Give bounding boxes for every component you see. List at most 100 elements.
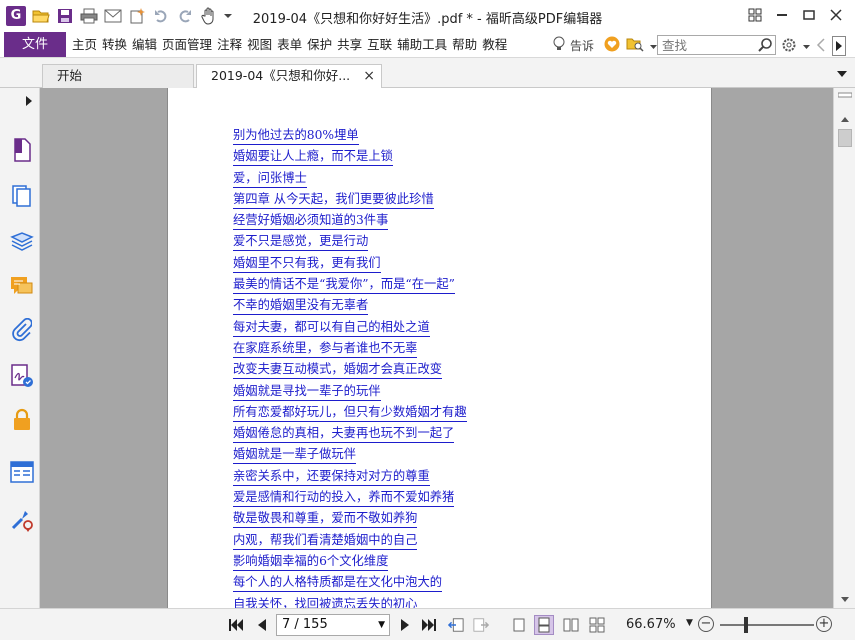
menu-edit[interactable]: 编辑: [130, 32, 159, 57]
previous-page-icon[interactable]: [254, 617, 270, 633]
toc-link[interactable]: 爱，问张博士: [233, 170, 307, 188]
pages-icon[interactable]: [10, 138, 34, 162]
toc-link[interactable]: 爱是感情和行动的投入，养而不爱如养猪: [233, 489, 455, 508]
scroll-split-icon[interactable]: [838, 88, 852, 102]
gear-icon[interactable]: [781, 37, 797, 56]
scroll-down-icon[interactable]: [838, 592, 852, 606]
search-icon[interactable]: [757, 37, 773, 56]
lightbulb-icon: [552, 36, 566, 55]
toc-link[interactable]: 自我关怀，找回被遗忘丢失的初心: [233, 596, 417, 608]
continuous-view-icon[interactable]: [534, 615, 554, 635]
toc-link[interactable]: 每个人的人格特质都是在文化中泡大的: [233, 574, 443, 593]
comments-icon[interactable]: [10, 274, 34, 298]
list-item: 爱，问张博士: [233, 170, 467, 191]
menu-connect[interactable]: 互联: [365, 32, 394, 57]
menu-convert[interactable]: 转换: [100, 32, 129, 57]
file-menu-button[interactable]: 文件: [4, 32, 66, 57]
scroll-thumb[interactable]: [838, 129, 852, 147]
first-page-icon[interactable]: [228, 617, 244, 633]
close-tab-icon[interactable]: ×: [363, 65, 375, 87]
toc-link[interactable]: 婚姻要让人上瘾，而不是上锁: [233, 148, 393, 167]
form-fields-icon[interactable]: [10, 460, 34, 484]
menu-form[interactable]: 表单: [275, 32, 304, 57]
zoom-slider-thumb[interactable]: [744, 617, 748, 633]
toc-link[interactable]: 改变夫妻互动模式，婚姻才会真正改变: [233, 361, 443, 380]
continuous-facing-view-icon[interactable]: [587, 615, 607, 635]
toc-link[interactable]: 经营好婚姻必须知道的3件事: [233, 212, 389, 231]
list-item: 婚姻就是一辈子做玩伴: [233, 446, 467, 467]
toc-link[interactable]: 第四章 从今天起，我们更要彼此珍惜: [233, 191, 434, 209]
list-item: 第四章 从今天起，我们更要彼此珍惜: [233, 191, 467, 212]
zoom-slider[interactable]: [720, 624, 814, 626]
zoom-out-button[interactable]: −: [698, 616, 714, 632]
menu-tutorial[interactable]: 教程: [480, 32, 509, 57]
previous-view-icon[interactable]: [448, 617, 464, 633]
next-arrow-icon[interactable]: [832, 36, 846, 56]
menu-protect[interactable]: 保护: [305, 32, 334, 57]
toc-link[interactable]: 不幸的婚姻里没有无辜者: [233, 297, 369, 316]
chevron-down-icon[interactable]: [650, 39, 657, 53]
ribbon-toggle-icon[interactable]: [741, 4, 768, 26]
minimize-icon[interactable]: [768, 4, 795, 26]
toc-link[interactable]: 别为他过去的80%埋单: [233, 127, 359, 145]
expand-panel-icon[interactable]: [26, 95, 32, 109]
scroll-up-icon[interactable]: [838, 112, 852, 126]
menu-share[interactable]: 共享: [335, 32, 364, 57]
toc-link[interactable]: 在家庭系统里，参与者谁也不无辜: [233, 340, 418, 358]
toc-link[interactable]: 爱不只是感觉，更是行动: [233, 233, 369, 252]
toc-link[interactable]: 敬是敬畏和尊重，爱而不敬如养狗: [233, 510, 418, 529]
menu-home[interactable]: 主页: [70, 32, 99, 57]
zoom-level[interactable]: 66.67%: [626, 617, 676, 632]
list-item: 每个人的人格特质都是在文化中泡大的: [233, 574, 467, 595]
menu-comment[interactable]: 注释: [215, 32, 244, 57]
next-view-icon[interactable]: [473, 617, 489, 633]
list-item: 婚姻要让人上瘾，而不是上锁: [233, 148, 467, 169]
menu-accessibility[interactable]: 辅助工具: [395, 32, 449, 57]
toc-link[interactable]: 亲密关系中，还要保持对对方的尊重: [233, 468, 430, 486]
close-icon[interactable]: [822, 4, 849, 26]
toc-link[interactable]: 婚姻倦怠的真相，夫妻再也玩不到一起了: [233, 425, 455, 444]
toc-link[interactable]: 内观，帮我们看清楚婚姻中的自己: [233, 532, 418, 550]
tab-start[interactable]: 开始: [42, 64, 194, 88]
list-item: 自我关怀，找回被遗忘丢失的初心: [233, 596, 467, 608]
toc-link[interactable]: 婚姻就是寻找一辈子的玩伴: [233, 383, 381, 401]
next-page-icon[interactable]: [397, 617, 413, 633]
menu-side-icons: [604, 36, 657, 55]
page-number-field[interactable]: 7 / 155 ▼: [276, 614, 390, 636]
chevron-down-icon[interactable]: [803, 39, 810, 53]
toc-link[interactable]: 婚姻里不只有我，更有我们: [233, 255, 381, 273]
maximize-icon[interactable]: [795, 4, 822, 26]
attachments-icon[interactable]: [10, 318, 34, 342]
lock-icon[interactable]: [10, 408, 34, 432]
layers-icon[interactable]: [10, 230, 34, 254]
toc-link[interactable]: 最美的情话不是“我爱你”，而是“在一起”: [233, 276, 455, 295]
tab-document[interactable]: 2019-04《只想和你好... ×: [196, 64, 382, 89]
chevron-down-icon[interactable]: ▼: [378, 615, 385, 635]
document-viewport[interactable]: 别为他过去的80%埋单 婚姻要让人上瘾，而不是上锁 爱，问张博士 第四章 从今天…: [40, 88, 833, 608]
zoom-in-button[interactable]: +: [816, 616, 832, 632]
tab-list-chevron-icon[interactable]: [837, 66, 847, 80]
menu-organize[interactable]: 页面管理: [160, 32, 214, 57]
search-box[interactable]: [657, 35, 776, 55]
heart-icon[interactable]: [604, 36, 620, 55]
toc-link[interactable]: 所有恋爱都好玩儿，但只有少数婚姻才有趣: [233, 404, 467, 422]
signature-icon[interactable]: [10, 364, 34, 388]
facing-view-icon[interactable]: [561, 615, 581, 635]
search-input[interactable]: [658, 36, 756, 54]
last-page-icon[interactable]: [421, 617, 437, 633]
single-page-view-icon[interactable]: [509, 615, 529, 635]
prev-arrow-icon[interactable]: [816, 37, 826, 55]
thumbnails-icon[interactable]: [10, 184, 34, 208]
pdf-page: 别为他过去的80%埋单 婚姻要让人上瘾，而不是上锁 爱，问张博士 第四章 从今天…: [167, 88, 712, 608]
folder-search-icon[interactable]: [626, 36, 644, 55]
toc-link[interactable]: 婚姻就是一辈子做玩伴: [233, 446, 356, 465]
menu-view[interactable]: 视图: [245, 32, 274, 57]
vertical-scrollbar[interactable]: [833, 88, 855, 608]
chevron-down-icon[interactable]: ▼: [686, 618, 693, 628]
list-item: 婚姻就是寻找一辈子的玩伴: [233, 383, 467, 404]
tell-me[interactable]: 告诉: [552, 36, 594, 55]
toc-link[interactable]: 每对夫妻，都可以有自己的相处之道: [233, 319, 430, 337]
tools-icon[interactable]: [10, 508, 34, 532]
toc-link[interactable]: 影响婚姻幸福的6个文化维度: [233, 553, 389, 571]
menu-help[interactable]: 帮助: [450, 32, 479, 57]
